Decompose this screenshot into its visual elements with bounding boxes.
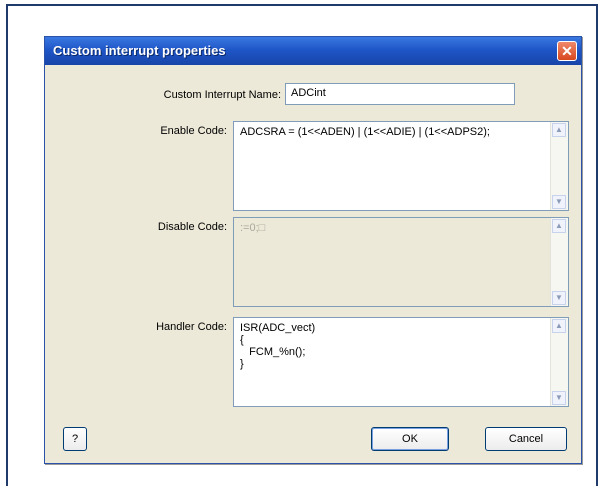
scroll-down-icon: ▼ <box>552 291 566 305</box>
enable-code-scrollbar[interactable]: ▲ ▼ <box>550 122 568 210</box>
interrupt-name-input[interactable]: ADCint <box>285 83 515 105</box>
handler-code-label: Handler Code: <box>156 321 227 333</box>
scroll-up-icon[interactable]: ▲ <box>552 319 566 333</box>
enable-code-textarea[interactable]: ADCSRA = (1<<ADEN) | (1<<ADIE) | (1<<ADP… <box>233 121 569 211</box>
handler-code-text: ISR(ADC_vect) { FCM_%n(); } <box>240 322 316 370</box>
title-bar[interactable]: Custom interrupt properties ✕ <box>45 37 581 65</box>
disable-code-textarea: :=0;□ ▲ ▼ <box>233 217 569 307</box>
scroll-down-icon[interactable]: ▼ <box>552 391 566 405</box>
help-button[interactable]: ? <box>63 427 87 451</box>
enable-code-text: ADCSRA = (1<<ADEN) | (1<<ADIE) | (1<<ADP… <box>240 126 490 138</box>
scroll-down-icon[interactable]: ▼ <box>552 195 566 209</box>
enable-code-label: Enable Code: <box>160 125 227 137</box>
cancel-button[interactable]: Cancel <box>485 427 567 451</box>
disable-code-text: :=0;□ <box>240 222 266 234</box>
ok-button[interactable]: OK <box>371 427 449 451</box>
close-icon[interactable]: ✕ <box>557 41 577 61</box>
handler-code-textarea[interactable]: ISR(ADC_vect) { FCM_%n(); } ▲ ▼ <box>233 317 569 407</box>
handler-code-scrollbar[interactable]: ▲ ▼ <box>550 318 568 406</box>
scroll-up-icon[interactable]: ▲ <box>552 123 566 137</box>
dialog-title: Custom interrupt properties <box>53 43 226 58</box>
name-label: Custom Interrupt Name: <box>163 89 281 101</box>
scroll-up-icon: ▲ <box>552 219 566 233</box>
disable-code-scrollbar: ▲ ▼ <box>550 218 568 306</box>
disable-code-label: Disable Code: <box>157 221 227 233</box>
custom-interrupt-dialog: Custom interrupt properties ✕ Custom Int… <box>44 36 582 464</box>
